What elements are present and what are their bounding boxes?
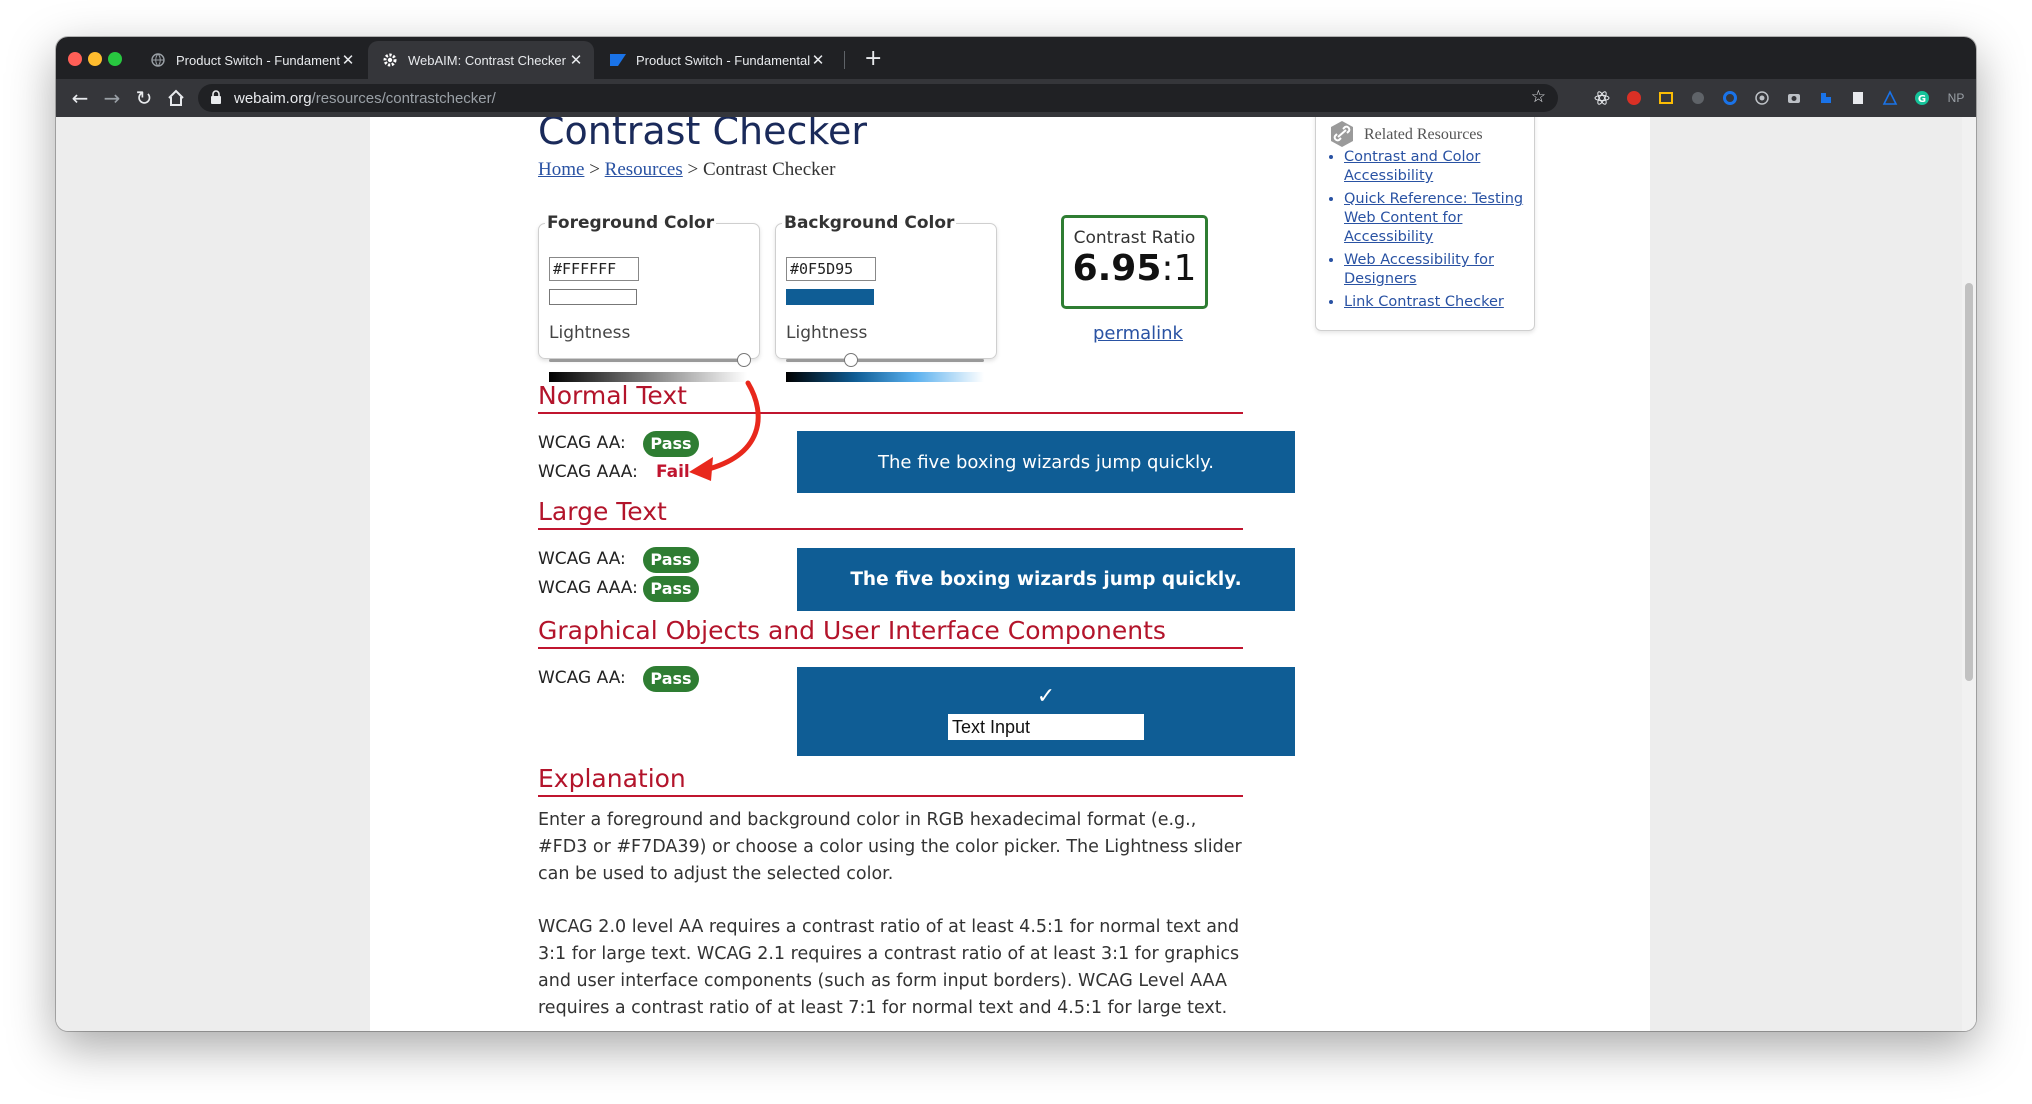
breadcrumb: Home > Resources > Contrast Checker xyxy=(538,159,835,181)
foreground-lightness-slider[interactable] xyxy=(737,353,751,367)
normal-text-sample: The five boxing wizards jump quickly. xyxy=(797,431,1295,493)
np-extension-badge[interactable]: NP xyxy=(1944,88,1968,108)
foreground-lightness-label: Lightness xyxy=(549,323,631,343)
page-scrollbar-thumb[interactable] xyxy=(1965,283,1973,681)
large-aaa-pass-badge: Pass xyxy=(643,576,699,602)
tab-strip: Product Switch - Fundamental ✕ WebAIM: C… xyxy=(56,37,1976,79)
large-aaa-label: WCAG AAA: xyxy=(538,578,638,598)
gear-icon xyxy=(382,52,398,68)
graphical-objects-sample: ✓ Text Input xyxy=(797,667,1295,756)
back-arrow-icon[interactable]: ← xyxy=(68,86,92,110)
webaim-page: Contrast Checker Home > Resources > Cont… xyxy=(370,117,1650,1031)
background-lightness-slider[interactable] xyxy=(844,353,859,367)
large-aa-pass-badge: Pass xyxy=(643,547,699,573)
grammarly-icon[interactable]: G xyxy=(1912,88,1932,108)
permalink-link[interactable]: permalink xyxy=(1093,323,1183,344)
close-tab-icon[interactable]: ✕ xyxy=(340,51,356,69)
swap-extension-icon[interactable] xyxy=(1656,88,1676,108)
page-viewport: Contrast Checker Home > Resources > Cont… xyxy=(56,117,1976,1031)
new-tab-button[interactable]: + xyxy=(864,46,882,71)
annotation-arrow-icon xyxy=(689,380,761,481)
link-chain-icon xyxy=(1331,121,1353,147)
svg-text:G: G xyxy=(1918,94,1926,105)
contrast-ratio-label: Contrast Ratio xyxy=(1073,228,1196,248)
reload-icon[interactable]: ↻ xyxy=(132,86,156,110)
explanation-paragraph-2: WCAG 2.0 level AA requires a contrast ra… xyxy=(538,917,1240,1018)
related-link-item[interactable]: Contrast and Color Accessibility xyxy=(1344,148,1534,186)
close-window-button[interactable] xyxy=(68,52,82,66)
normal-text-heading: Normal Text xyxy=(538,381,1243,414)
browser-toolbar: ← → ↻ webaim.org/resources/contrastcheck… xyxy=(56,79,1976,117)
zoom-window-button[interactable] xyxy=(108,52,122,66)
related-resources-list: Contrast and Color Accessibility Quick R… xyxy=(1326,148,1534,316)
react-devtools-icon[interactable] xyxy=(1592,88,1612,108)
minimize-window-button[interactable] xyxy=(88,52,102,66)
related-link-item[interactable]: Quick Reference: Testing Web Content for… xyxy=(1344,190,1534,247)
blue-ring-extension-icon[interactable] xyxy=(1720,88,1740,108)
foreground-hex-input[interactable]: #FFFFFF xyxy=(549,257,639,281)
breadcrumb-home-link[interactable]: Home xyxy=(538,159,584,180)
globe-icon xyxy=(150,52,166,68)
breadcrumb-current: Contrast Checker xyxy=(702,159,836,180)
bookmark-star-icon[interactable]: ☆ xyxy=(1531,87,1546,107)
gray-extension-icon[interactable] xyxy=(1688,88,1708,108)
address-bar[interactable]: webaim.org/resources/contrastchecker/ ☆ xyxy=(198,84,1558,112)
url-text: webaim.org/resources/contrastchecker/ xyxy=(234,90,496,107)
large-aa-label: WCAG AA: xyxy=(538,549,626,569)
related-link-item[interactable]: Link Contrast Checker xyxy=(1344,293,1534,312)
extensions-area: G NP xyxy=(1592,88,1976,108)
page-title: Contrast Checker xyxy=(538,117,867,153)
tab-title: Product Switch - Fundamental xyxy=(176,52,340,68)
related-resources-heading: Related Resources xyxy=(1364,126,1483,143)
background-legend: Background Color xyxy=(784,213,955,233)
related-link-item[interactable]: Web Accessibility for Designers xyxy=(1344,251,1534,289)
background-lightness-label: Lightness xyxy=(786,323,868,343)
home-icon[interactable] xyxy=(164,86,188,110)
explanation-paragraph-1: Enter a foreground and background color … xyxy=(538,810,1242,884)
red-extension-icon[interactable] xyxy=(1624,88,1644,108)
tab-divider xyxy=(844,51,845,69)
breadcrumb-resources-link[interactable]: Resources xyxy=(605,159,683,180)
foreground-legend: Foreground Color xyxy=(547,213,715,233)
large-text-heading: Large Text xyxy=(538,497,1243,530)
browser-window: Product Switch - Fundamental ✕ WebAIM: C… xyxy=(56,37,1976,1031)
background-lightness-track[interactable] xyxy=(786,359,984,362)
foreground-lightness-track[interactable] xyxy=(549,359,747,362)
sample-text-input[interactable]: Text Input xyxy=(948,713,1144,740)
breadcrumb-separator: > xyxy=(589,159,600,180)
sap-logo-icon xyxy=(610,52,626,68)
contrast-ratio-value: 6.95:1 xyxy=(1072,248,1197,289)
explanation-heading: Explanation xyxy=(538,764,1243,797)
large-text-sample: The five boxing wizards jump quickly. xyxy=(797,548,1295,611)
graphical-objects-heading: Graphical Objects and User Interface Com… xyxy=(538,616,1243,649)
lock-icon xyxy=(210,90,222,109)
breadcrumb-separator: > xyxy=(687,159,699,180)
background-color-picker: Background Color #0F5D95 Lightness xyxy=(775,213,997,382)
puzzle-blue-extension-icon[interactable] xyxy=(1816,88,1836,108)
tab-title: WebAIM: Contrast Checker xyxy=(408,52,566,68)
related-resources-panel: Related Resources Contrast and Color Acc… xyxy=(1315,117,1535,331)
close-tab-icon[interactable]: ✕ xyxy=(568,51,584,69)
normal-aa-label: WCAG AA: xyxy=(538,433,626,453)
close-tab-icon[interactable]: ✕ xyxy=(810,51,826,69)
normal-aaa-label: WCAG AAA: xyxy=(538,462,638,482)
contrast-ratio-box: Contrast Ratio 6.95:1 xyxy=(1061,215,1208,309)
foreground-color-picker: Foreground Color #FFFFFF Lightness xyxy=(538,213,760,382)
camera-extension-icon[interactable] xyxy=(1784,88,1804,108)
checkmark-icon: ✓ xyxy=(1036,683,1056,709)
forward-arrow-icon[interactable]: → xyxy=(100,86,124,110)
tab-product-switch-2[interactable]: Product Switch - Fundamental ✕ xyxy=(596,41,836,79)
graphical-aa-label: WCAG AA: xyxy=(538,668,626,688)
document-extension-icon[interactable] xyxy=(1848,88,1868,108)
graphical-aa-pass-badge: Pass xyxy=(643,666,699,692)
background-hex-input[interactable]: #0F5D95 xyxy=(786,257,876,281)
target-extension-icon[interactable] xyxy=(1752,88,1772,108)
foreground-color-swatch[interactable] xyxy=(549,289,637,305)
triangle-extension-icon[interactable] xyxy=(1880,88,1900,108)
tab-webaim-contrast-checker[interactable]: WebAIM: Contrast Checker ✕ xyxy=(368,41,594,79)
tab-product-switch-1[interactable]: Product Switch - Fundamental ✕ xyxy=(136,41,366,79)
background-color-swatch[interactable] xyxy=(786,289,874,305)
tab-title: Product Switch - Fundamental xyxy=(636,52,810,68)
